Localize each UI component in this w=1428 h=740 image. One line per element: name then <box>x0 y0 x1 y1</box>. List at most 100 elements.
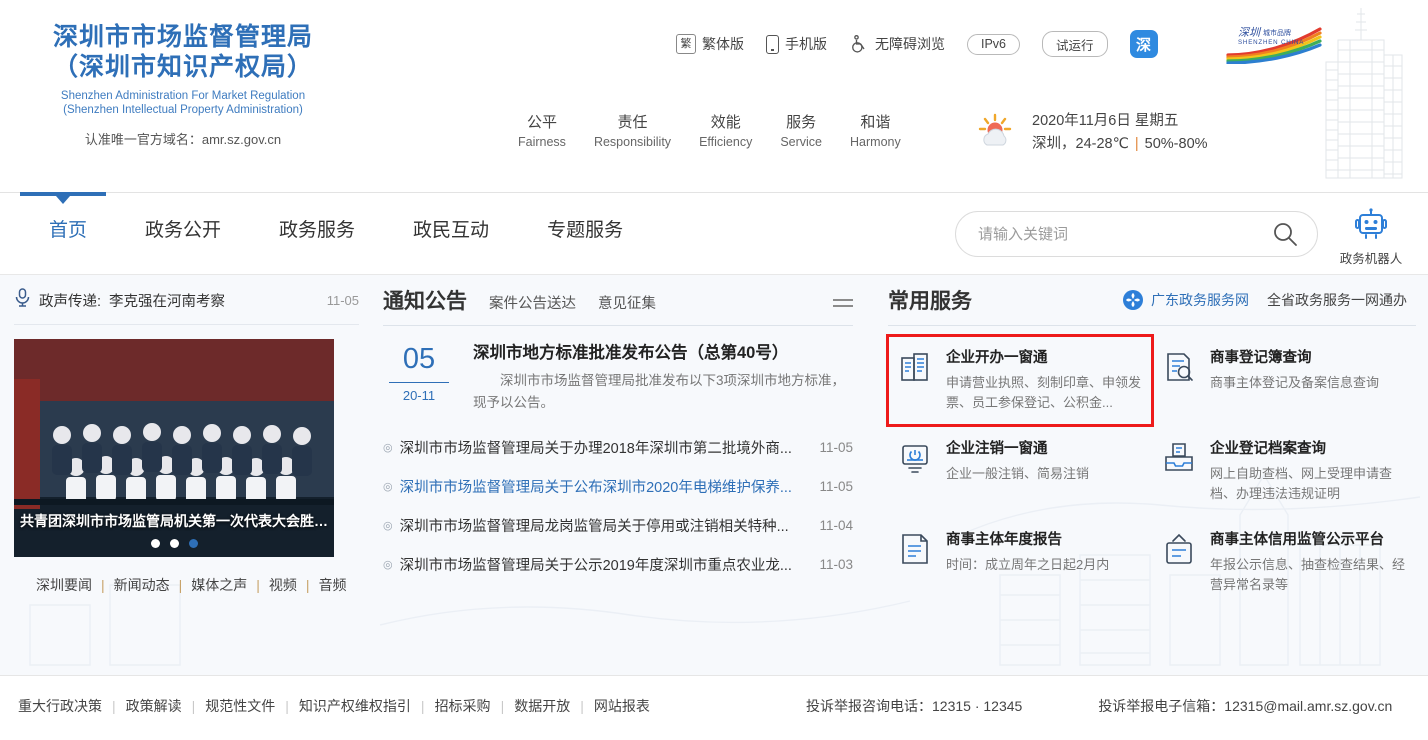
traditional-chinese-label: 繁体版 <box>702 34 744 54</box>
ticker-label: 政声传递: <box>39 290 101 311</box>
service-title: 商事主体信用监管公示平台 <box>1210 530 1408 551</box>
service-desc: 年报公示信息、抽查检查结果、经营异常名录等 <box>1210 555 1408 595</box>
notice-title[interactable]: 深圳市市场监督管理局龙岗监管局关于停用或注销相关特种... <box>400 515 806 536</box>
cat-link-audio[interactable]: 音频 <box>319 575 347 595</box>
search-input[interactable] <box>978 226 1271 243</box>
service-desc: 企业一般注销、简易注销 <box>946 464 1089 484</box>
cat-link-shenzhen-headlines[interactable]: 深圳要闻 <box>36 575 92 595</box>
footer-link-tender-procurement[interactable]: 招标采购 <box>435 696 491 716</box>
accessibility-icon <box>849 34 869 54</box>
tab-opinion-collection[interactable]: 意见征集 <box>598 292 656 315</box>
search-box[interactable] <box>955 211 1318 257</box>
guangdong-service-link[interactable]: 广东政务服务网 <box>1122 289 1249 311</box>
notice-title[interactable]: 深圳市市场监督管理局关于公布深圳市2020年电梯维护保养... <box>400 476 806 497</box>
footer-contacts: 投诉举报咨询电话：12315 · 12345 投诉举报电子信箱：12315@ma… <box>806 696 1392 716</box>
footer-link-ip-rights-guide[interactable]: 知识产权维权指引 <box>299 696 411 716</box>
cat-link-news-updates[interactable]: 新闻动态 <box>114 575 170 595</box>
ticker-title[interactable]: 李克强在河南考察 <box>109 290 225 311</box>
service-card-business-startup[interactable]: 企业开办一窗通 申请营业执照、刻制印章、申领发票、员工参保登记、公积金... <box>888 336 1152 425</box>
archive-box-icon <box>1162 441 1196 475</box>
core-values: 公平 Fairness 责任 Responsibility 效能 Efficie… <box>518 112 901 151</box>
nav-item-government-affairs-disclosure[interactable]: 政务公开 <box>116 193 250 242</box>
brand-title-line2: （深圳市知识产权局） <box>18 52 348 82</box>
footer-link-open-data[interactable]: 数据开放 <box>514 696 570 716</box>
cat-sep-3: | <box>247 577 269 593</box>
nav-items: 首页 政务公开 政务服务 政民互动 专题服务 <box>20 193 652 242</box>
nav-item-special-services[interactable]: 专题服务 <box>518 193 652 242</box>
value-en-2: Efficiency <box>699 133 752 151</box>
service-card-business-cancellation[interactable]: 企业注销一窗通 企业一般注销、简易注销 <box>888 427 1152 516</box>
list-item[interactable]: ◎ 深圳市市场监督管理局关于办理2018年深圳市第二批境外商... 11-05 <box>383 428 853 467</box>
featured-notice[interactable]: 05 20-11 深圳市地方标准批准发布公告（总第40号） 深圳市市场监督管理局… <box>383 342 853 414</box>
traditional-chinese-icon: 繁 <box>676 34 696 54</box>
tab-case-announcement-delivery[interactable]: 案件公告送达 <box>489 292 576 315</box>
credit-platform-icon <box>1162 532 1196 566</box>
notice-date: 11-05 <box>819 440 853 455</box>
footer-sep-4: | <box>411 698 435 714</box>
footer-links: 重大行政决策 | 政策解读 | 规范性文件 | 知识产权维权指引 | 招标采购 … <box>18 696 650 716</box>
traditional-chinese-toggle[interactable]: 繁 繁体版 <box>676 34 744 54</box>
brand-subtitle-en2: (Shenzhen Intellectual Property Administ… <box>18 103 348 117</box>
featured-notice-title[interactable]: 深圳市地方标准批准发布公告（总第40号） <box>473 342 853 365</box>
list-item[interactable]: ◎ 深圳市市场监督管理局关于公布深圳市2020年电梯维护保养... 11-05 <box>383 467 853 506</box>
cat-link-video[interactable]: 视频 <box>269 575 297 595</box>
service-card-registration-archives[interactable]: 企业登记档案查询 网上自助查档、网上受理申请查档、办理违法违规证明 <box>1152 427 1416 516</box>
guangdong-service-text: 广东政务服务网 <box>1151 290 1249 310</box>
weather-separator: | <box>1129 136 1145 152</box>
trial-run-badge[interactable]: 试运行 <box>1042 31 1108 57</box>
service-card-registry-query[interactable]: 商事登记簿查询 商事主体登记及备案信息查询 <box>1152 336 1416 425</box>
footer-link-major-decisions[interactable]: 重大行政决策 <box>18 696 102 716</box>
cat-link-media-voice[interactable]: 媒体之声 <box>191 575 247 595</box>
nav-item-government-services[interactable]: 政务服务 <box>250 193 384 242</box>
service-card-body: 企业登记档案查询 网上自助查档、网上受理申请查档、办理违法违规证明 <box>1210 439 1408 504</box>
footer-link-site-reports[interactable]: 网站报表 <box>594 696 650 716</box>
footer-sep-2: | <box>182 698 206 714</box>
official-domain-note: 认准唯一官方域名：amr.sz.gov.cn <box>18 129 348 148</box>
shenzhen-app-icon[interactable]: 深 <box>1130 30 1158 58</box>
microphone-icon <box>14 288 31 312</box>
guangdong-logo-icon <box>1122 289 1144 311</box>
mobile-version-link[interactable]: 手机版 <box>766 34 827 54</box>
site-header: 深圳市市场监督管理局 （深圳市知识产权局） Shenzhen Administr… <box>0 0 1428 193</box>
weather-city: 深圳， <box>1032 136 1076 152</box>
notice-date: 11-05 <box>819 479 853 494</box>
notice-section-header: 通知公告 案件公告送达 意见征集 <box>383 285 853 326</box>
list-item[interactable]: ◎ 深圳市市场监督管理局龙岗监管局关于停用或注销相关特种... 11-04 <box>383 506 853 545</box>
value-item-1: 责任 Responsibility <box>594 112 671 151</box>
province-one-network-label[interactable]: 全省政务服务一网通办 <box>1267 290 1407 310</box>
service-card-credit-platform[interactable]: 商事主体信用监管公示平台 年报公示信息、抽查检查结果、经营异常名录等 <box>1152 518 1416 607</box>
search-icon[interactable] <box>1271 220 1299 248</box>
value-en-1: Responsibility <box>594 133 671 151</box>
service-title: 企业注销一窗通 <box>946 439 1089 460</box>
hamburger-more-icon[interactable] <box>833 299 853 315</box>
site-brand[interactable]: 深圳市市场监督管理局 （深圳市知识产权局） Shenzhen Administr… <box>18 22 348 148</box>
government-robot-button[interactable]: 政务机器人 <box>1329 207 1413 267</box>
ipv6-badge[interactable]: IPv6 <box>967 34 1020 55</box>
power-off-icon <box>898 441 932 475</box>
mobile-version-label: 手机版 <box>785 34 827 54</box>
weather-text-block: 2020年11月6日 星期五 深圳，24-28℃|50%-80% <box>1032 110 1208 156</box>
value-cn-0: 公平 <box>518 112 566 133</box>
notice-date: 11-03 <box>819 557 853 572</box>
footer-link-policy-interpretation[interactable]: 政策解读 <box>126 696 182 716</box>
accessibility-link[interactable]: 无障碍浏览 <box>849 34 945 54</box>
list-item[interactable]: ◎ 深圳市市场监督管理局关于公示2019年度深圳市重点农业龙... 11-03 <box>383 545 853 584</box>
service-card-body: 企业开办一窗通 申请营业执照、刻制印章、申领发票、员工参保登记、公积金... <box>946 348 1144 413</box>
carousel-dot-1[interactable] <box>151 539 160 548</box>
service-card-annual-report[interactable]: 商事主体年度报告 时间：成立周年之日起2月内 <box>888 518 1152 607</box>
carousel-dot-2[interactable] <box>170 539 179 548</box>
carousel-dot-3[interactable] <box>189 539 198 548</box>
notice-title[interactable]: 深圳市市场监督管理局关于公示2019年度深圳市重点农业龙... <box>400 554 806 575</box>
news-ticker[interactable]: 政声传递: 李克强在河南考察 11-05 <box>14 285 359 325</box>
featured-year-month: 20-11 <box>383 388 455 403</box>
nav-item-citizen-interaction[interactable]: 政民互动 <box>384 193 518 242</box>
nav-item-home[interactable]: 首页 <box>20 193 116 242</box>
footer-link-normative-documents[interactable]: 规范性文件 <box>205 696 275 716</box>
svg-text:城市品牌: 城市品牌 <box>1263 28 1291 37</box>
notice-title[interactable]: 深圳市市场监督管理局关于办理2018年深圳市第二批境外商... <box>400 437 806 458</box>
weather-temp: 24-28℃ <box>1076 136 1129 152</box>
bullet-icon: ◎ <box>383 441 393 454</box>
brand-title-line1: 深圳市市场监督管理局 <box>18 22 348 52</box>
photo-carousel[interactable]: 共青团深圳市市场监管局机关第一次代表大会胜利召开 <box>14 339 334 557</box>
service-card-body: 企业注销一窗通 企业一般注销、简易注销 <box>946 439 1089 504</box>
